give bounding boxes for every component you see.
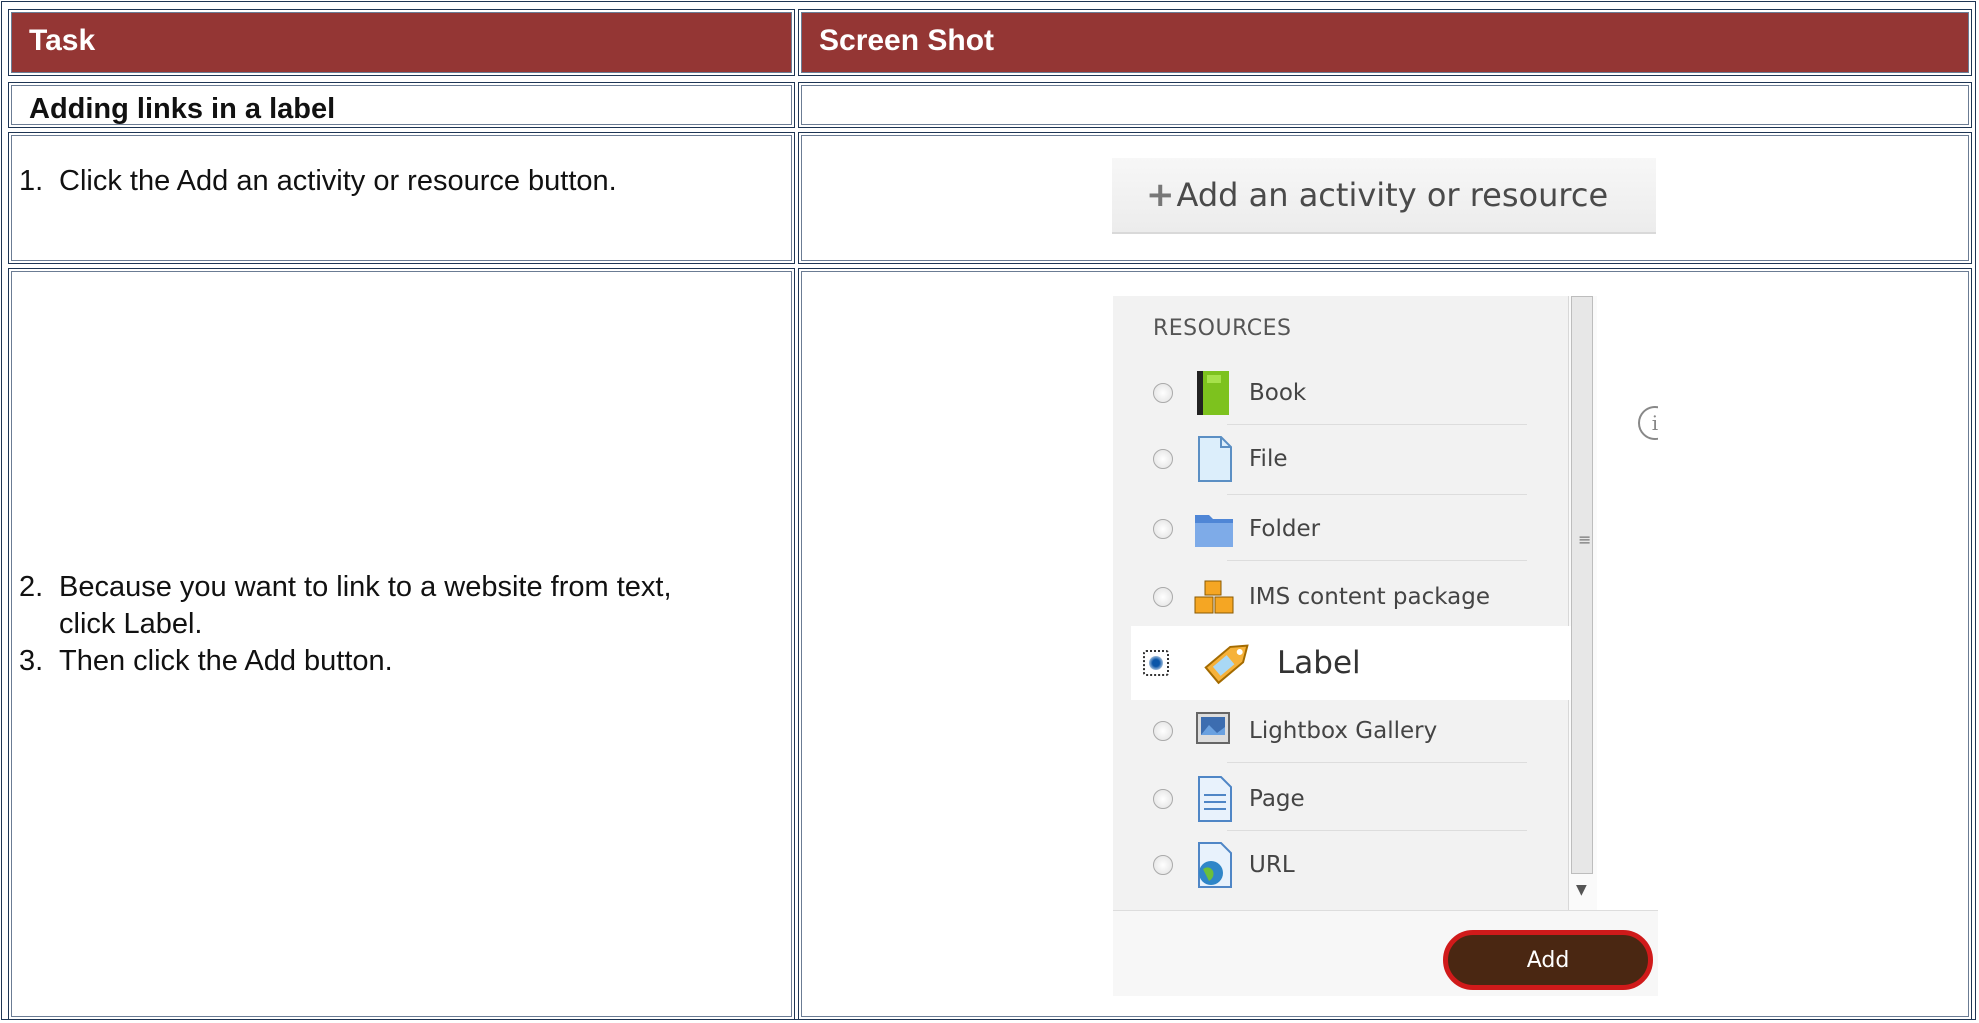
resource-item-book[interactable]: Book — [1153, 364, 1533, 422]
description-pane — [1596, 296, 1658, 910]
item-label-label: Label — [1277, 645, 1361, 681]
radio-book[interactable] — [1153, 383, 1173, 403]
item-label-lightbox: Lightbox Gallery — [1249, 718, 1438, 744]
resource-item-url[interactable]: URL — [1153, 836, 1533, 894]
add-button-label: Add — [1526, 947, 1570, 973]
resource-item-ims[interactable]: IMS content package — [1153, 568, 1533, 626]
header-task: Task — [8, 9, 795, 76]
divider — [1227, 424, 1527, 425]
radio-lightbox[interactable] — [1153, 721, 1173, 741]
item-label-page: Page — [1249, 786, 1305, 812]
add-activity-label: Add an activity or resource — [1176, 176, 1609, 214]
page-icon — [1193, 775, 1235, 823]
file-icon — [1193, 435, 1235, 483]
radio-label-selected[interactable] — [1143, 650, 1169, 676]
scrollbar-thumb[interactable] — [1571, 296, 1593, 874]
divider — [1227, 560, 1527, 561]
radio-page[interactable] — [1153, 789, 1173, 809]
radio-file[interactable] — [1153, 449, 1173, 469]
section-title: Adding links in a label — [29, 93, 336, 125]
step-3-text: Then click the Add button. — [59, 645, 393, 677]
step1-task-cell: 1. Click the Add an activity or resource … — [8, 132, 795, 264]
item-label-file: File — [1249, 446, 1288, 472]
divider — [1227, 762, 1527, 763]
header-task-text: Task — [29, 24, 96, 57]
item-label-url: URL — [1249, 852, 1295, 878]
url-globe-icon — [1193, 841, 1235, 889]
header-screenshot-text: Screen Shot — [819, 24, 995, 57]
header-screenshot: Screen Shot — [798, 9, 1972, 76]
divider — [1227, 494, 1527, 495]
scroll-down-icon[interactable]: ▼ — [1576, 882, 1587, 898]
step2-task-cell: 2. Because you want to link to a website … — [8, 268, 795, 1020]
divider — [1227, 830, 1527, 831]
step-2-number: 2. — [19, 571, 44, 603]
resource-item-file[interactable]: File — [1153, 430, 1533, 488]
step-2-text: Because you want to link to a website fr… — [59, 571, 672, 640]
step-1-number: 1. — [19, 165, 44, 197]
radio-ims[interactable] — [1153, 587, 1173, 607]
scroll-grip-icon: ≡ — [1578, 530, 1592, 549]
step-3: 3. Then click the Add button. — [9, 643, 729, 680]
add-activity-button[interactable]: + Add an activity or resource — [1112, 158, 1656, 234]
gallery-icon — [1193, 707, 1235, 755]
item-label-book: Book — [1249, 380, 1307, 406]
section-row-screenshot — [798, 82, 1972, 128]
label-tag-icon — [1199, 631, 1259, 695]
section-row-task: Adding links in a label — [8, 82, 795, 128]
radio-folder[interactable] — [1153, 519, 1173, 539]
resource-item-page[interactable]: Page — [1153, 770, 1533, 828]
step-2: 2. Because you want to link to a website … — [9, 569, 729, 643]
item-label-ims: IMS content package — [1249, 584, 1491, 610]
add-button[interactable]: Add — [1443, 930, 1653, 990]
activity-chooser: i ≡ ▼ RESOURCES Book File Folder IMS con… — [1113, 296, 1658, 996]
step-1-text: Click the Add an activity or resource bu… — [59, 165, 617, 197]
book-icon — [1193, 369, 1235, 417]
step-3-number: 3. — [19, 645, 44, 677]
folder-icon — [1193, 505, 1235, 553]
radio-url[interactable] — [1153, 855, 1173, 875]
resources-heading: RESOURCES — [1153, 316, 1292, 341]
item-label-folder: Folder — [1249, 516, 1321, 542]
package-icon — [1193, 573, 1235, 621]
plus-icon: + — [1146, 175, 1175, 215]
resource-item-folder[interactable]: Folder — [1153, 500, 1533, 558]
resource-item-lightbox[interactable]: Lightbox Gallery — [1153, 702, 1533, 760]
step-1: 1. Click the Add an activity or resource … — [9, 163, 794, 200]
resource-item-label[interactable]: Label — [1131, 626, 1571, 700]
